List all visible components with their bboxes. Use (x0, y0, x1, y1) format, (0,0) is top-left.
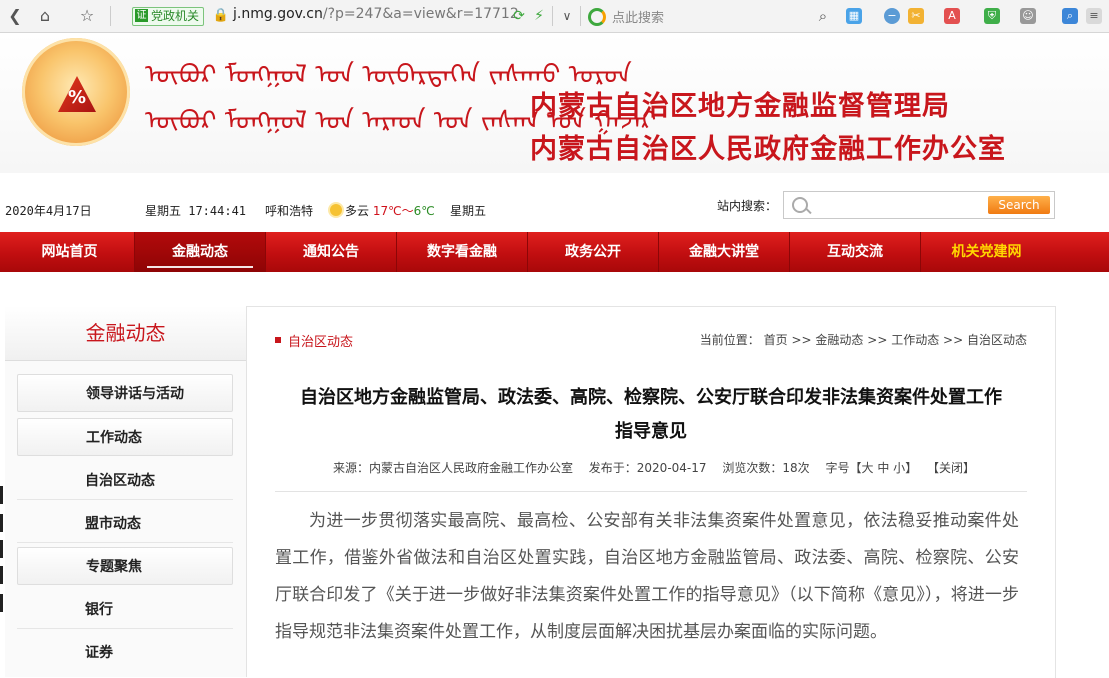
government-badge: 党政机关 (132, 7, 205, 26)
logo-emblem-icon: % (58, 76, 96, 112)
edge-marker (0, 514, 3, 532)
back-arrow-icon[interactable]: ❮ (4, 5, 26, 27)
sidebar: 金融动态 领导讲话与活动 工作动态 自治区动态 盟市动态 专题聚焦 银行 证券 (5, 306, 247, 677)
site-search-label: 站内搜索： (717, 199, 778, 213)
nav-notices[interactable]: 通知公告 (266, 232, 397, 272)
site-title-secondary: 内蒙古自治区人民政府金融工作办公室 (530, 134, 1006, 165)
emoji-icon[interactable]: ☺ (1020, 8, 1036, 24)
article-title-line1: 自治区地方金融监管局、政法委、高院、检察院、公安厅联合印发非法集资案件处置工作 (300, 387, 1002, 408)
browser-search-box[interactable]: 点此搜索 (588, 7, 664, 26)
more-icon[interactable]: ≡ (1086, 8, 1102, 24)
toolbar-divider (552, 6, 553, 26)
bookmark-star-icon[interactable]: ☆ (76, 5, 98, 27)
edge-marker (0, 486, 3, 504)
sidebar-item-special-topics[interactable]: 专题聚焦 (17, 547, 233, 585)
chevron-down-icon[interactable]: ∨ (556, 5, 578, 27)
nav-home[interactable]: 网站首页 (5, 232, 135, 272)
temp-high: 17℃ (372, 204, 402, 218)
sidebar-item-region-news[interactable]: 自治区动态 (17, 462, 233, 500)
nav-data-finance[interactable]: 数字看金融 (397, 232, 528, 272)
toolbar-divider (580, 6, 581, 26)
font-size-control: 字号【大 中 小】 (825, 461, 917, 475)
meta-divider (275, 491, 1027, 492)
font-large-button[interactable]: 大 (861, 461, 873, 475)
reload-icon[interactable]: ⟳ (508, 5, 530, 27)
site-search: Search (783, 191, 1055, 219)
weekday-text: 星期五 (450, 204, 487, 218)
minus-circle-icon[interactable]: − (884, 8, 900, 24)
font-medium-button[interactable]: 中 (877, 461, 889, 475)
font-size-label: 字号【 (825, 461, 862, 475)
sun-cloud-icon (330, 204, 342, 216)
breadcrumb-separator: >> (867, 333, 888, 347)
url-domain: j.nmg.gov.cn (233, 6, 323, 22)
breadcrumb-link[interactable]: 自治区动态 (967, 333, 1027, 347)
main-nav: 网站首页 金融动态 通知公告 数字看金融 政务公开 金融大讲堂 互动交流 机关党… (0, 232, 1109, 272)
breadcrumb-separator: >> (791, 333, 812, 347)
nav-government-affairs[interactable]: 政务公开 (528, 232, 659, 272)
home-icon[interactable]: ⌂ (34, 5, 56, 27)
magnifier-icon (792, 197, 808, 213)
weather-text: 多云 (345, 204, 370, 218)
nav-interaction[interactable]: 互动交流 (790, 232, 921, 272)
apps-icon[interactable]: ▦ (846, 8, 862, 24)
breadcrumb-separator: >> (943, 333, 964, 347)
lock-icon: 🔒 (212, 8, 230, 23)
clock-text: 星期五 17:44:41 (145, 204, 247, 218)
translate-icon[interactable]: A (944, 8, 960, 24)
article-source: 来源：内蒙古自治区人民政府金融工作办公室 (332, 461, 573, 475)
breadcrumb-link[interactable]: 工作动态 (891, 333, 939, 347)
edge-marker (0, 566, 3, 584)
url-path: /?p=247&a=view&r=17712 (322, 6, 519, 22)
edge-marker (0, 540, 3, 558)
nav-party-building[interactable]: 机关党建网 (921, 232, 1052, 272)
font-small-button[interactable]: 小 (893, 461, 905, 475)
article-views: 浏览次数：18次 (722, 461, 810, 475)
font-size-end: 】 (905, 461, 918, 475)
nav-finance-news[interactable]: 金融动态 (135, 232, 266, 272)
article-date: 发布于：2020-04-17 (588, 461, 707, 475)
article-panel: 自治区动态 当前位置： 首页 >> 金融动态 >> 工作动态 >> 自治区动态 … (247, 306, 1056, 678)
sidebar-item-leader-speeches[interactable]: 领导讲话与活动 (17, 374, 233, 412)
sidebar-item-securities[interactable]: 证券 (17, 634, 233, 672)
sidebar-item-banks[interactable]: 银行 (17, 591, 233, 629)
breadcrumb-link[interactable]: 首页 (764, 333, 788, 347)
lightning-icon[interactable]: ⚡ (528, 5, 550, 27)
article-body: 为进一步贯彻落实最高院、最高检、公安部有关非法集资案件处置意见，依法稳妥推动案件… (275, 511, 1019, 642)
date-text: 2020年4月17日 (5, 204, 92, 218)
site-search-input[interactable] (812, 195, 986, 217)
breadcrumb-path: 当前位置： 首页 >> 金融动态 >> 工作动态 >> 自治区动态 (700, 331, 1027, 348)
article-meta: 来源：内蒙古自治区人民政府金融工作办公室 发布于：2020-04-17 浏览次数… (275, 459, 1027, 476)
toolbar-divider (110, 6, 111, 26)
article-title-line2: 指导意见 (615, 421, 687, 442)
site-logo: % (22, 38, 130, 146)
weather: 多云 17℃～6℃ (330, 202, 435, 219)
section-title: 自治区动态 (288, 335, 354, 350)
article-title: 自治区地方金融监管局、政法委、高院、检察院、公安厅联合印发非法集资案件处置工作 … (275, 381, 1027, 449)
screenshot-icon[interactable]: ✂ (908, 8, 924, 24)
close-button[interactable]: 【关闭】 (927, 461, 975, 475)
breadcrumb-link[interactable]: 金融动态 (815, 333, 863, 347)
shield-icon[interactable]: ⛨ (984, 8, 1000, 24)
address-bar[interactable]: j.nmg.gov.cn/?p=247&a=view&r=17712 (233, 6, 519, 22)
browser-toolbar: ❮ ⌂ ☆ 党政机关 🔒 j.nmg.gov.cn/?p=247&a=view&… (0, 0, 1109, 33)
site-search-button[interactable]: Search (988, 196, 1050, 214)
temp-separator: ～ (401, 204, 414, 218)
site-title-primary: 内蒙古自治区地方金融监督管理局 (530, 91, 950, 122)
section-marker (275, 337, 281, 343)
sidebar-item-work-news[interactable]: 工作动态 (17, 418, 233, 456)
temp-low: 6℃ (413, 204, 435, 218)
nav-finance-lecture[interactable]: 金融大讲堂 (659, 232, 790, 272)
zoom-icon[interactable]: ⌕ (1062, 8, 1078, 24)
sidebar-title: 金融动态 (5, 306, 246, 361)
city-text: 呼和浩特 (265, 204, 314, 218)
search-icon[interactable]: ⌕ (812, 5, 834, 27)
location-label: 当前位置： (699, 333, 760, 347)
sidebar-item-league-city-news[interactable]: 盟市动态 (17, 505, 233, 543)
edge-marker (0, 594, 3, 612)
breadcrumb: 自治区动态 当前位置： 首页 >> 金融动态 >> 工作动态 >> 自治区动态 (275, 329, 1027, 351)
site-banner: % ᠦᠪᠦᠷ ᠮᠣᠩᠭᠣᠯ ᠤᠨ ᠥᠪᠡᠷᠲᠡᠭᠡᠨ ᠵᠠᠰᠠᠬᠤ ᠣᠷᠣᠨ ᠦ… (0, 33, 1109, 173)
